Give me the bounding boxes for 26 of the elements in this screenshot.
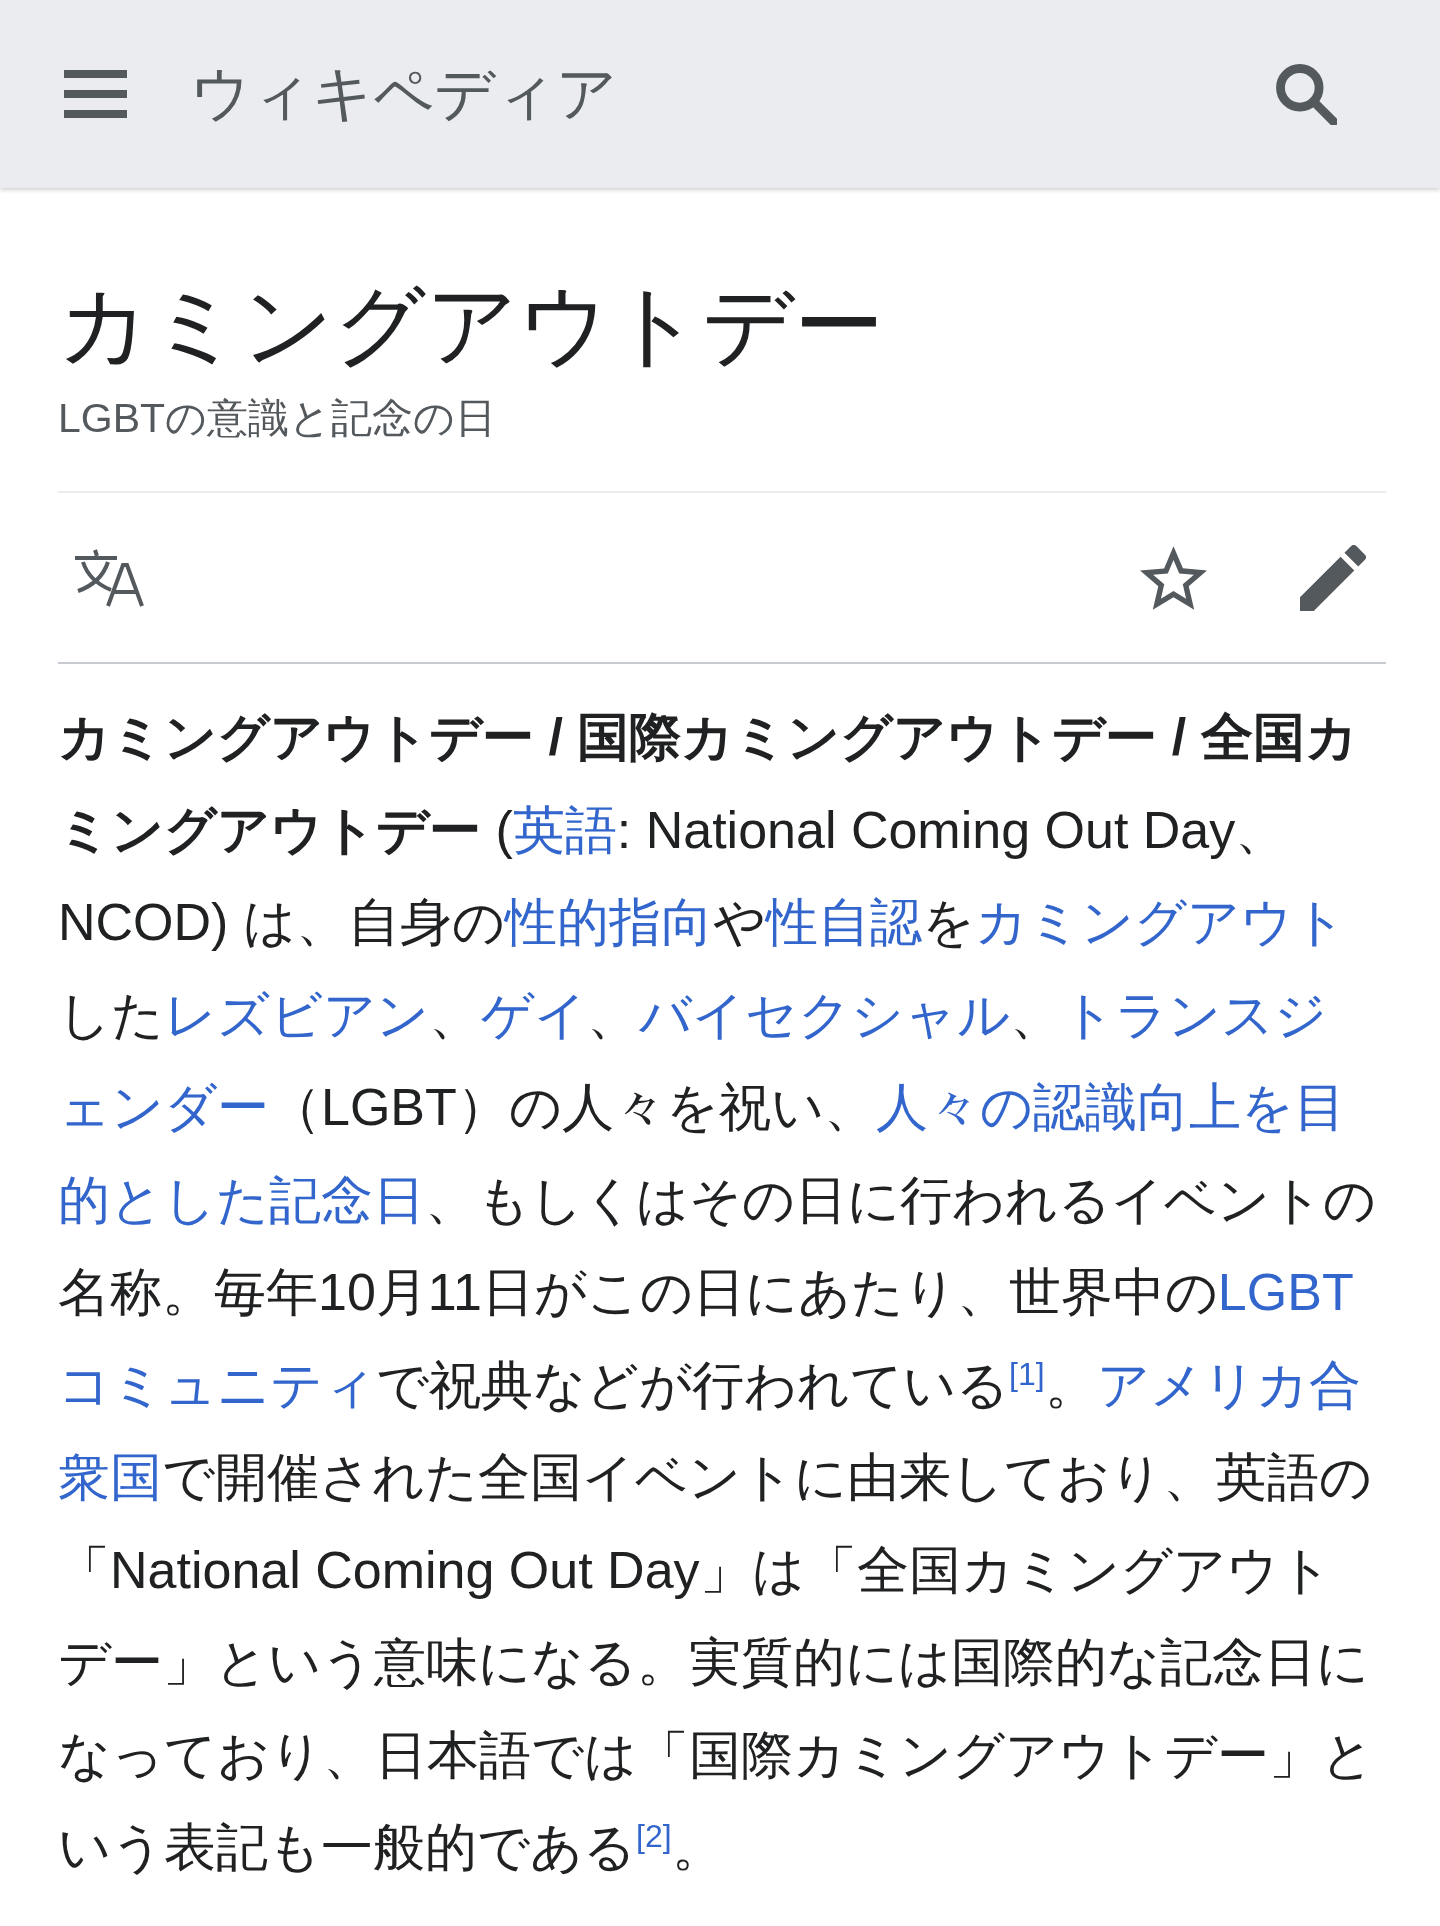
link[interactable]: 的とした記念日 — [58, 1170, 425, 1229]
link[interactable]: バイセクシャル — [639, 985, 1010, 1044]
link[interactable]: トランスジ — [1062, 985, 1327, 1044]
pencil-icon[interactable] — [1300, 544, 1366, 611]
page-title: カミングアウトデー — [58, 274, 885, 377]
link[interactable]: 人々の認識向上を目 — [875, 1078, 1346, 1136]
link[interactable]: ゲイ — [481, 985, 587, 1044]
search-icon[interactable] — [1275, 63, 1337, 125]
link[interactable]: ェンダー — [58, 1078, 269, 1136]
menu-icon[interactable] — [64, 70, 127, 118]
page-description: LGBTの意識と記念の日 — [58, 394, 498, 443]
link[interactable]: カミングアウト — [974, 893, 1346, 951]
translate-icon[interactable] — [73, 548, 145, 607]
link[interactable]: 性的指向 — [504, 893, 713, 951]
link[interactable]: 性自認 — [765, 893, 922, 951]
link[interactable]: 英語 — [512, 800, 617, 859]
reference-link[interactable]: [2] — [636, 1817, 672, 1854]
link[interactable]: アメリカ合 — [1096, 1355, 1361, 1414]
link[interactable]: 衆国 — [58, 1448, 162, 1506]
link[interactable]: コミュニティ — [58, 1355, 376, 1414]
link[interactable]: レズビアン — [164, 985, 429, 1044]
link[interactable]: LGBT — [1217, 1263, 1354, 1321]
article-paragraph: カミングアウトデー / 国際カミングアウトデー / 全国カ ミングアウトデー (英語: National Coming Out Day、 NCOD) は、自身の性的指向や性自認を カミングアウト した レズビアン、ゲイ、バイセクシャル、トランスジ ェンダー（LGBT）の人々を祝い、人々の認識向上を目 的とした記念日、もしくはその日に行われるイベントの 名称。毎年10月11日がこの日にあたり、世界中のLGBT コミュニティ で祝典などが行われている$^{[1]}$。アメリカ合 衆国で開催された全国イベントに由来しており、英語の 「National Coming Out Day」は「全国カミングアウト デー」という意味になる。実質的には国際的な記念日に なっており、日本語では「国際カミングアウトデー」と いう表記も一般的である$^{[2]}$。 — [58, 707, 1377, 1878]
star-icon[interactable] — [1140, 545, 1207, 610]
site-logo[interactable]: ウィキペディア — [190, 58, 617, 130]
reference-link[interactable]: [1] — [1009, 1355, 1045, 1392]
